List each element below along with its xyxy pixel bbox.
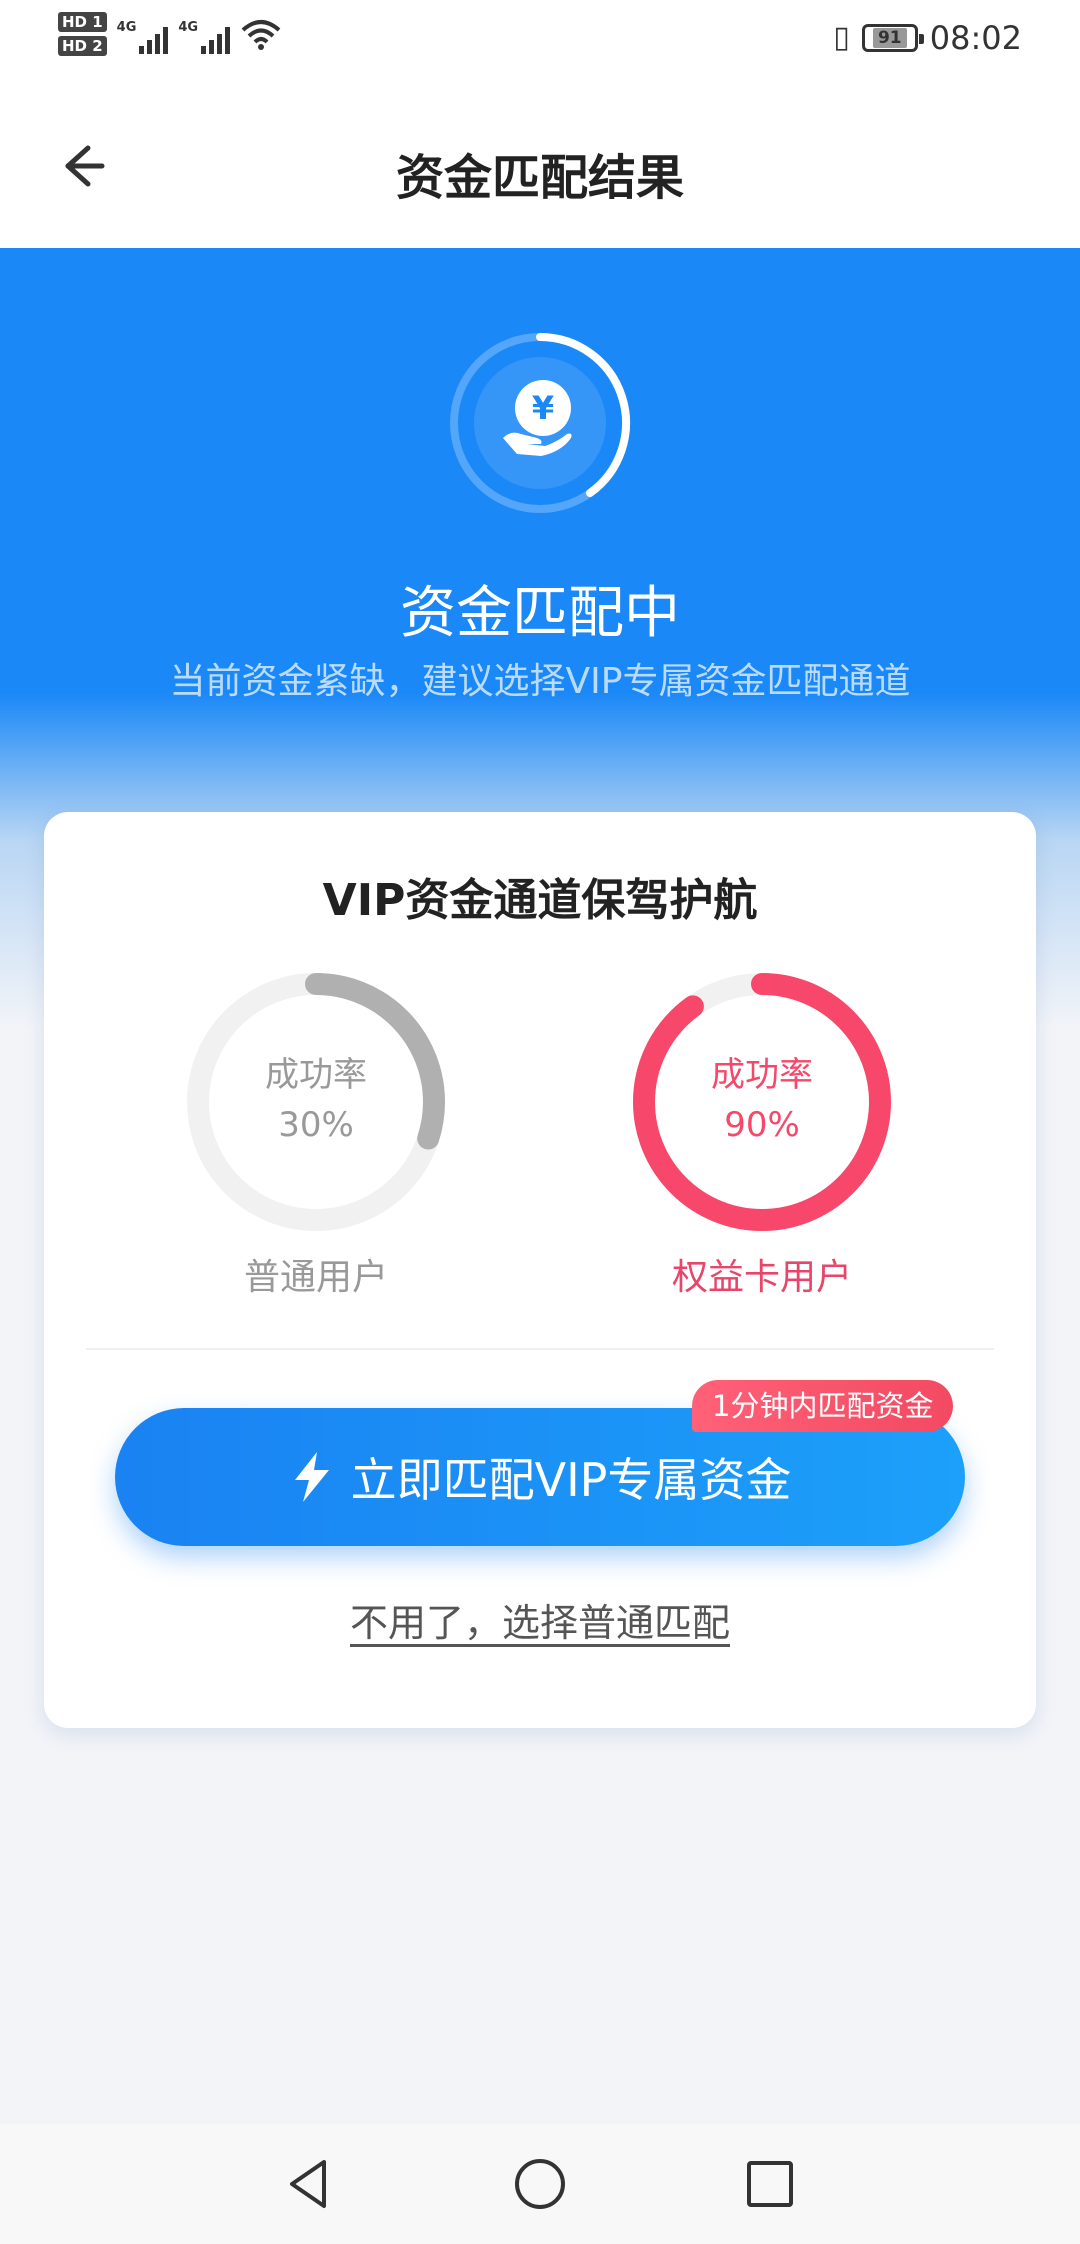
matching-status-title: 资金匹配中 [400,581,680,646]
card-title: VIP资金通道保驾护航 [322,875,758,926]
hd1-badge: HD 1 [58,12,107,32]
hd2-badge: HD 2 [58,36,107,56]
battery-level: 91 [872,28,907,48]
signal-1-icon: 4G [117,14,169,54]
regular-match-link[interactable]: 不用了，选择普通匹配 [44,1592,1036,1647]
square-recents-icon[interactable] [740,2154,800,2214]
signal-2-label: 4G [178,20,199,35]
vip-rate-value: 90% [724,1105,800,1145]
vip-user-label: 权益卡用户 [671,1257,852,1298]
regular-success-gauge: 成功率 30% [186,972,446,1232]
status-left: HD 1 HD 2 4G 4G [58,12,282,56]
status-right: ▯ 91 08:02 [833,18,1022,58]
vip-success-gauge: 成功率 90% [632,972,892,1232]
speed-badge: 1分钟内匹配资金 [692,1380,954,1432]
app-header: 资金匹配结果 [0,86,1080,248]
vibrate-icon: ▯ [833,20,850,55]
system-nav-bar [0,2124,1080,2244]
signal-2-icon: 4G [178,14,231,54]
vip-offer-card: VIP资金通道保驾护航 成功率 30% 普通用户 成功率 90% 权益卡用户 立… [44,812,1036,1728]
status-bar: HD 1 HD 2 4G 4G ▯ 91 08:02 [0,0,1080,86]
match-vip-button-label: 立即匹配VIP专属资金 [350,1453,792,1507]
hd-indicators: HD 1 HD 2 [58,12,107,56]
regular-user-label: 普通用户 [243,1257,388,1298]
regular-rate-value: 30% [278,1105,354,1145]
matching-spinner: ¥ [445,328,635,518]
signal-1-label: 4G [116,20,137,35]
clock: 08:02 [929,19,1022,57]
wifi-icon [241,20,281,50]
lightning-icon [294,1452,329,1502]
page-title: 资金匹配结果 [395,150,684,206]
yen-hand-icon: ¥ [503,380,572,456]
vip-rate-label: 成功率 [711,1055,813,1095]
matching-status-subtitle: 当前资金紧缺，建议选择VIP专属资金匹配通道 [169,661,911,702]
triangle-back-icon[interactable] [280,2154,340,2214]
divider [86,1348,994,1350]
regular-rate-label: 成功率 [265,1055,367,1095]
battery-icon: 91 [861,24,924,52]
svg-text:¥: ¥ [532,389,554,427]
circle-home-icon[interactable] [510,2154,570,2214]
